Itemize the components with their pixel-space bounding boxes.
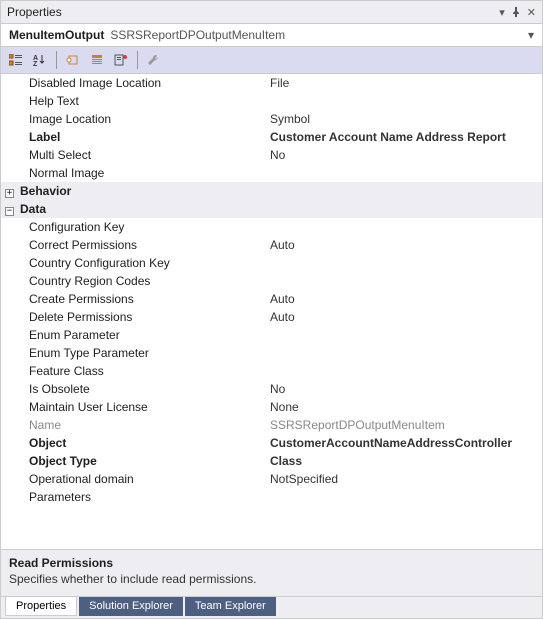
chevron-down-icon[interactable]: ▾ (528, 28, 534, 42)
table-row[interactable]: Enum Type Parameter (1, 344, 542, 362)
pin-icon[interactable] (511, 7, 521, 17)
toolbar-separator (137, 51, 138, 69)
titlebar-controls: ▾ ✕ (499, 6, 536, 19)
table-row[interactable]: Is ObsoleteNo (1, 380, 542, 398)
table-row[interactable]: Parameters (1, 488, 542, 506)
object-name: SSRSReportDPOutputMenuItem (110, 28, 285, 42)
toolbar: AZ (1, 47, 542, 74)
description-text: Specifies whether to include read permis… (9, 572, 534, 586)
titlebar: Properties ▾ ✕ (1, 1, 542, 24)
description-title: Read Permissions (9, 556, 534, 570)
wrench-button[interactable] (143, 50, 165, 70)
table-row[interactable]: Country Configuration Key (1, 254, 542, 272)
window-title: Properties (7, 5, 62, 19)
collapse-icon[interactable]: − (5, 207, 14, 216)
events-button[interactable] (86, 50, 108, 70)
category-behavior[interactable]: +Behavior (1, 182, 542, 200)
alphabetical-button[interactable]: AZ (29, 50, 51, 70)
table-row[interactable]: Maintain User LicenseNone (1, 398, 542, 416)
table-row[interactable]: Help Text (1, 92, 542, 110)
table-row[interactable]: Disabled Image LocationFile (1, 74, 542, 92)
table-row[interactable]: ObjectCustomerAccountNameAddressControll… (1, 434, 542, 452)
table-row[interactable]: Image LocationSymbol (1, 110, 542, 128)
close-icon[interactable]: ✕ (527, 6, 536, 19)
extensions-button[interactable] (62, 50, 84, 70)
tab-properties[interactable]: Properties (5, 597, 77, 616)
table-row[interactable]: Create PermissionsAuto (1, 290, 542, 308)
table-row[interactable]: LabelCustomer Account Name Address Repor… (1, 128, 542, 146)
expand-icon[interactable]: + (5, 189, 14, 198)
table-row[interactable]: Delete PermissionsAuto (1, 308, 542, 326)
table-row[interactable]: Enum Parameter (1, 326, 542, 344)
property-grid-wrap: Disabled Image LocationFile Help Text Im… (1, 74, 542, 549)
object-type: MenuItemOutput (9, 28, 104, 42)
table-row[interactable]: Country Region Codes (1, 272, 542, 290)
table-row[interactable]: NameSSRSReportDPOutputMenuItem (1, 416, 542, 434)
bottom-tabs: Properties Solution Explorer Team Explor… (1, 596, 542, 618)
table-row[interactable]: Object TypeClass (1, 452, 542, 470)
table-row[interactable]: Correct PermissionsAuto (1, 236, 542, 254)
tab-team-explorer[interactable]: Team Explorer (185, 597, 276, 616)
description-pane: Read Permissions Specifies whether to in… (1, 549, 542, 596)
tab-solution-explorer[interactable]: Solution Explorer (79, 597, 183, 616)
table-row[interactable]: Multi SelectNo (1, 146, 542, 164)
property-grid-scroll[interactable]: Disabled Image LocationFile Help Text Im… (1, 74, 542, 549)
table-row[interactable]: Feature Class (1, 362, 542, 380)
dropdown-icon[interactable]: ▾ (499, 6, 505, 19)
table-row[interactable]: Normal Image (1, 164, 542, 182)
object-selector[interactable]: MenuItemOutput SSRSReportDPOutputMenuIte… (1, 24, 542, 47)
svg-text:Z: Z (33, 61, 38, 66)
changed-button[interactable] (110, 50, 132, 70)
table-row[interactable]: Operational domainNotSpecified (1, 470, 542, 488)
category-data[interactable]: −Data (1, 200, 542, 218)
categorized-button[interactable] (5, 50, 27, 70)
table-row[interactable]: Configuration Key (1, 218, 542, 236)
property-grid: Disabled Image LocationFile Help Text Im… (1, 74, 542, 506)
toolbar-separator (56, 51, 57, 69)
